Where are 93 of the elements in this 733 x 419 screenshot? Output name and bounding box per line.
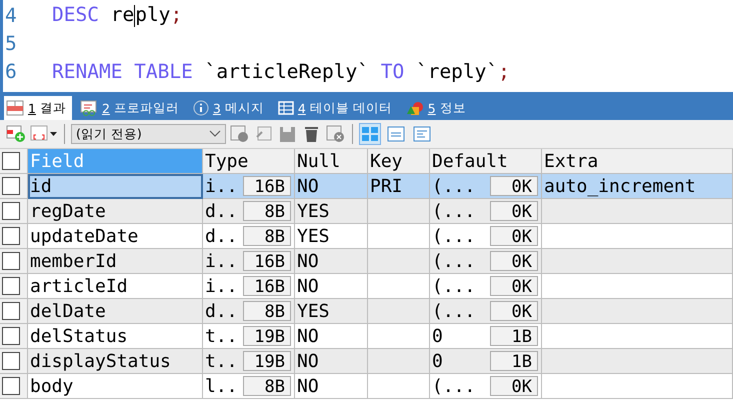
row-checkbox[interactable] [2, 302, 20, 320]
table-cell: NO [295, 249, 368, 274]
add-row-icon[interactable] [6, 125, 26, 143]
table-icon [278, 101, 294, 115]
field-cell: id [28, 174, 203, 199]
duplicate-row-icon[interactable] [230, 125, 250, 143]
result-tab[interactable]: 1 결과 [4, 96, 72, 120]
size-button[interactable]: 19B [243, 351, 291, 371]
field-cell: delDate [28, 299, 203, 324]
table-cell: (... [432, 250, 476, 272]
table-cell: 0 [432, 350, 443, 372]
field-cell: updateDate [28, 224, 203, 249]
size-button[interactable]: 16B [243, 276, 291, 296]
row-checkbox[interactable] [2, 202, 20, 220]
row-checkbox[interactable] [2, 327, 20, 345]
table-cell: NO [295, 274, 368, 299]
column-header[interactable]: Null [295, 149, 368, 174]
chevron-down-icon [209, 130, 221, 138]
field-cell: articleId [28, 274, 203, 299]
row-checkbox[interactable] [2, 177, 20, 195]
size-button[interactable]: 0K [490, 276, 538, 296]
size-button[interactable]: 8B [243, 226, 291, 246]
table-cell: d.. [205, 300, 238, 322]
code-line: DESC reply; [52, 3, 182, 27]
row-checkbox[interactable] [2, 377, 20, 395]
result-tab[interactable]: 4 테이블 데이터 [276, 96, 398, 120]
dropdown-icon[interactable] [30, 125, 58, 143]
table-cell: l.. [205, 376, 238, 396]
size-button[interactable]: 16B [243, 176, 291, 196]
grid-icon [6, 100, 24, 116]
size-button[interactable]: 1B [490, 326, 538, 346]
row-checkbox[interactable] [2, 227, 20, 245]
row-checkbox[interactable] [2, 352, 20, 370]
line-number: 4 [4, 4, 18, 26]
size-button[interactable]: 0K [490, 376, 538, 396]
table-cell: (... [432, 276, 476, 296]
table-cell: (... [432, 300, 476, 322]
table-cell: NO [295, 374, 368, 399]
shapes-icon [406, 100, 424, 116]
field-cell: regDate [28, 199, 203, 224]
table-cell: i.. [205, 276, 238, 296]
size-button[interactable]: 0K [490, 201, 538, 221]
size-button[interactable]: 0K [490, 176, 538, 196]
table-cell: NO [295, 324, 368, 349]
mode-dropdown[interactable]: (읽기 전용) [71, 124, 226, 144]
field-cell: memberId [28, 249, 203, 274]
code-line: RENAME TABLE `articleReply` TO `reply`; [52, 60, 510, 82]
result-tab[interactable]: 3 메시지 [190, 96, 270, 120]
row-checkbox[interactable] [2, 277, 20, 295]
table-cell: i.. [205, 176, 238, 196]
result-tab[interactable]: 5 정보 [404, 96, 472, 120]
table-cell: d.. [205, 226, 238, 246]
line-number: 5 [4, 32, 18, 54]
field-cell: displayStatus [28, 349, 203, 374]
chart-icon [80, 100, 98, 116]
column-header[interactable]: Default [430, 149, 542, 174]
row-checkbox[interactable] [2, 252, 20, 270]
table-cell: t.. [205, 350, 238, 372]
size-button[interactable]: 8B [243, 301, 291, 321]
table-cell: NO [295, 174, 368, 199]
result-tab[interactable]: 2 프로파일러 [78, 96, 185, 120]
size-button[interactable]: 19B [243, 326, 291, 346]
table-cell: (... [432, 376, 476, 396]
delete-row-icon[interactable] [326, 125, 346, 143]
size-button[interactable]: 16B [243, 251, 291, 271]
column-header[interactable]: Key [368, 149, 430, 174]
table-cell: 0 [432, 326, 443, 346]
text-cursor [134, 4, 136, 27]
table-cell: YES [295, 224, 368, 249]
size-button[interactable]: 0K [490, 226, 538, 246]
table-cell: (... [432, 226, 476, 246]
column-header[interactable]: Extra [542, 149, 733, 174]
size-button[interactable]: 8B [243, 376, 291, 396]
table-cell: d.. [205, 200, 238, 222]
table-cell: (... [432, 176, 476, 196]
size-button[interactable]: 8B [243, 201, 291, 221]
table-cell: i.. [205, 250, 238, 272]
table-cell: YES [295, 299, 368, 324]
size-button[interactable]: 0K [490, 301, 538, 321]
field-cell: delStatus [28, 324, 203, 349]
table-cell: (... [432, 200, 476, 222]
table-cell: NO [295, 349, 368, 374]
column-header[interactable]: Type [203, 149, 295, 174]
table-cell: t.. [205, 326, 238, 346]
header-checkbox-cell[interactable] [0, 149, 28, 174]
info-icon [192, 100, 209, 116]
field-cell: body [28, 374, 203, 399]
line-number: 6 [4, 60, 18, 82]
table-cell: auto_increment [542, 174, 733, 199]
size-button[interactable]: 1B [490, 351, 538, 371]
table-cell: YES [295, 199, 368, 224]
table-cell: PRI [368, 174, 430, 199]
size-button[interactable]: 0K [490, 251, 538, 271]
